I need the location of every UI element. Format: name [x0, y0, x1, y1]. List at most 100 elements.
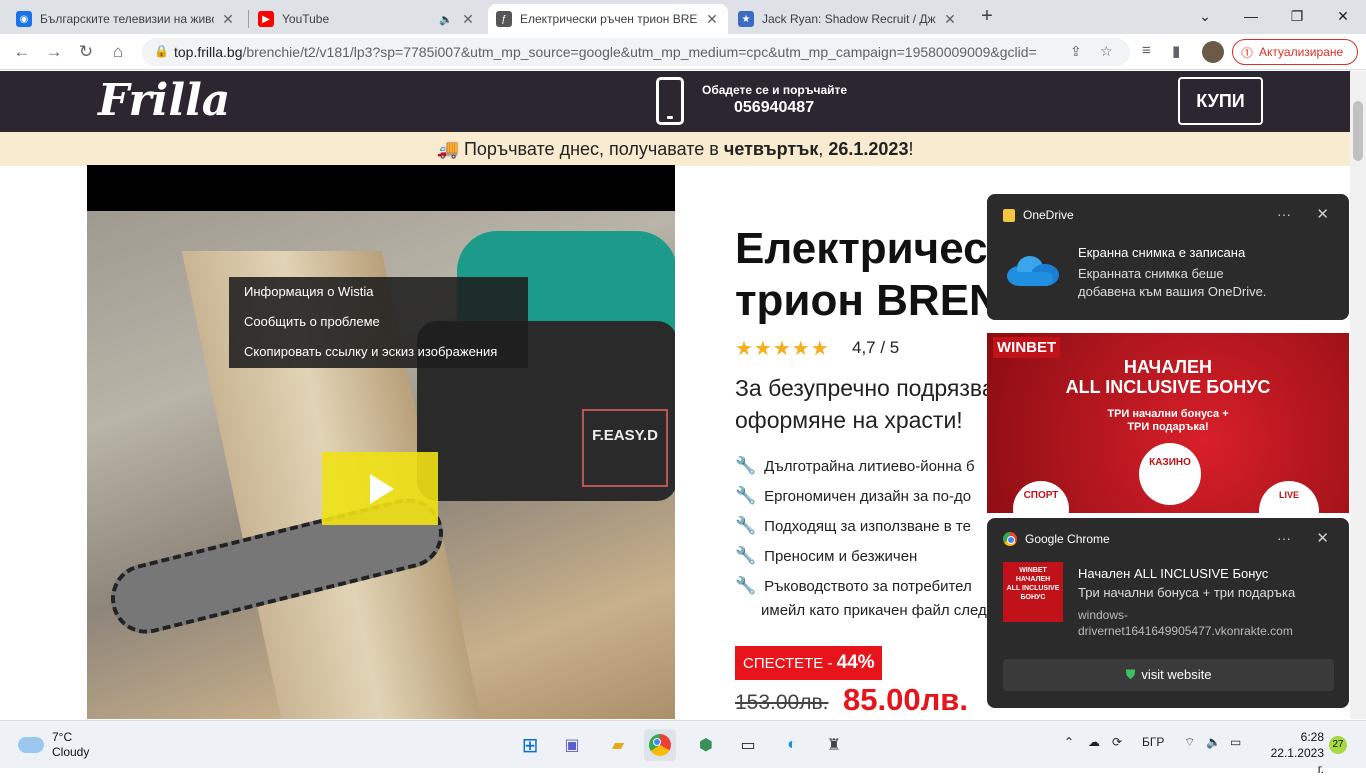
forward-icon[interactable]: →: [42, 40, 66, 64]
close-tab-icon[interactable]: ✕: [942, 11, 958, 28]
ad-ball-casino: КАЗИНО: [1139, 443, 1201, 505]
scroll-thumb[interactable]: [1353, 101, 1363, 161]
sync-icon[interactable]: ⟳: [1112, 735, 1122, 749]
notification-image: WINBET НАЧАЛЕН ALL INCLUSIVE БОНУС: [1003, 562, 1063, 622]
menu-item-info[interactable]: Информация о Wistia: [229, 285, 528, 315]
list-item: 🔧 Подходящ за използване в те: [735, 516, 971, 535]
new-tab-button[interactable]: +: [976, 5, 998, 29]
buy-button[interactable]: КУПИ: [1178, 77, 1263, 125]
home-icon[interactable]: ⌂: [106, 40, 130, 64]
tab-jack-ryan[interactable]: ★ Jack Ryan: Shadow Recruit / Джак Райън…: [730, 4, 966, 34]
page-scrollbar[interactable]: [1350, 71, 1366, 719]
chevron-up-icon[interactable]: ⌃: [1064, 735, 1074, 749]
winbet-ad[interactable]: WINBET НАЧАЛЕН ALL INCLUSIVE БОНУС ТРИ н…: [987, 333, 1349, 513]
share-icon[interactable]: ⇪: [1070, 43, 1082, 60]
promo-suffix: !: [908, 139, 914, 159]
close-tab-icon[interactable]: ✕: [220, 11, 236, 28]
phone-number[interactable]: 056940487: [734, 99, 814, 117]
speaker-icon[interactable]: 🔈: [438, 13, 454, 26]
new-price: 85.00лв.: [843, 682, 968, 717]
tab-title: Българските телевизии на живо: [40, 12, 214, 26]
onedrive-small-icon: [1003, 208, 1015, 222]
reading-list-icon[interactable]: ≡: [1142, 42, 1151, 59]
ad-line-1: НАЧАЛЕН: [1123, 357, 1213, 377]
close-window-button[interactable]: ✕: [1320, 0, 1366, 32]
ad-logo: WINBET: [993, 337, 1061, 358]
tab-bg-tv[interactable]: ◉ Българските телевизии на живо ✕: [8, 4, 244, 34]
restore-button[interactable]: ❐: [1274, 0, 1320, 32]
tab-title: Електрически ръчен трион BRENCHIE: [520, 12, 698, 26]
reload-icon[interactable]: ↻: [74, 40, 98, 64]
visit-website-button[interactable]: ⛊ visit website: [1003, 659, 1334, 691]
taskbar: 7°C Cloudy ⊞ ▣ ▰ ⬢ ▭ ◐ ♜ ⌃ ☁ ⟳ БГР ⌔ 🔈 ▭ …: [0, 720, 1366, 776]
product-video[interactable]: F.EASY.D Информация о Wistia Сообщить о …: [87, 165, 675, 719]
lock-icon[interactable]: 🔒: [154, 44, 169, 58]
volume-icon[interactable]: 🔈: [1206, 735, 1221, 749]
rating-stars: ★★★★★: [735, 338, 830, 360]
edge-icon[interactable]: ◐: [776, 729, 808, 761]
ad-line-3: ТРИ начални бонуса + ТРИ подаръка!: [1107, 408, 1229, 433]
tab-search-icon[interactable]: ⌄: [1182, 0, 1228, 32]
youtube-icon: ▶: [258, 11, 274, 27]
avatar[interactable]: [1202, 41, 1224, 63]
bookmark-star-icon[interactable]: ☆: [1100, 43, 1113, 60]
call-text: Обадете се и поръчайте: [702, 83, 848, 97]
meet-icon[interactable]: ▣: [556, 729, 588, 761]
language-indicator[interactable]: БГР: [1142, 735, 1164, 749]
shield-icon: ⛊: [1125, 667, 1136, 682]
notification-source: windows-drivernet1641649905477.vkonrakte…: [1078, 608, 1293, 638]
url-text[interactable]: top.frilla.bg/brenchie/t2/v181/lp3?sp=77…: [174, 44, 1054, 60]
back-icon[interactable]: ←: [10, 40, 34, 64]
site-header: Frilla Обадете се и поръчайте 056940487 …: [0, 71, 1350, 132]
notification-body: Три начални бонуса + три подаръка: [1078, 585, 1296, 600]
notification-title: Начален ALL INCLUSIVE Бонус: [1078, 566, 1269, 581]
feature-continuation: имейл като прикачен файл след з: [761, 602, 998, 619]
notification-app: OneDrive: [1003, 208, 1074, 222]
close-icon[interactable]: ✕: [1316, 529, 1329, 547]
minimize-button[interactable]: —: [1228, 0, 1274, 32]
site-logo[interactable]: Frilla: [98, 75, 230, 126]
game-icon[interactable]: ♜: [818, 729, 850, 761]
chrome-notification[interactable]: Google Chrome ··· ✕ WINBET НАЧАЛЕН ALL INC…: [987, 518, 1349, 708]
update-label: Актуализиране: [1259, 45, 1344, 59]
browser-toolbar: ← → ↻ ⌂ 🔒 top.frilla.bg/brenchie/t2/v181…: [0, 34, 1366, 70]
list-item: 🔧 Ръководството за потребител: [735, 576, 972, 595]
temperature: 7°C: [52, 730, 73, 744]
more-options-icon[interactable]: ···: [1277, 530, 1291, 546]
chrome-taskbar-icon[interactable]: [644, 729, 676, 761]
promo-sep: ,: [818, 139, 829, 159]
address-bar[interactable]: 🔒 top.frilla.bg/brenchie/t2/v181/lp3?sp=…: [142, 38, 1130, 66]
tab-youtube[interactable]: ▶ YouTube 🔈 ✕: [250, 4, 484, 34]
battery-icon[interactable]: ▭: [1230, 735, 1241, 749]
weather-widget[interactable]: 7°C Cloudy: [18, 730, 89, 760]
onedrive-cloud-icon: [1005, 254, 1059, 286]
notification-count-badge[interactable]: 27: [1329, 736, 1347, 754]
close-tab-icon[interactable]: ✕: [704, 11, 720, 28]
more-options-icon[interactable]: ···: [1277, 206, 1291, 222]
notification-title: Екранна снимка е записана: [1078, 245, 1246, 260]
terminal-icon[interactable]: ▭: [732, 729, 764, 761]
menu-item-report[interactable]: Сообщить о проблеме: [229, 315, 528, 345]
update-button[interactable]: ⓵ Актуализиране: [1232, 39, 1358, 65]
file-explorer-icon[interactable]: ▰: [602, 729, 634, 761]
truck-icon: 🚚: [436, 139, 459, 159]
clock[interactable]: 6:28 22.1.2023 г.: [1262, 729, 1324, 777]
side-panel-icon[interactable]: ▮: [1172, 42, 1180, 60]
onedrive-notification[interactable]: OneDrive ··· ✕ Екранна снимка е записана…: [987, 194, 1349, 320]
video-context-menu: Информация о Wistia Сообщить о проблеме …: [229, 277, 528, 368]
menu-item-copy-link[interactable]: Скопировать ссылку и эскиз изображения: [229, 345, 528, 375]
tab-frilla[interactable]: ƒ Електрически ръчен трион BRENCHIE ✕: [488, 4, 728, 34]
old-price: 153.00лв.: [735, 691, 829, 714]
close-tab-icon[interactable]: ✕: [460, 11, 476, 28]
wrench-icon: 🔧: [735, 546, 757, 565]
wrench-icon: 🔧: [735, 456, 757, 475]
network-cloud-icon[interactable]: ☁: [1088, 735, 1100, 749]
ad-ball-live: LIVE КАЗИНО: [1259, 481, 1319, 513]
wifi-icon[interactable]: ⌔: [1184, 735, 1195, 750]
close-icon[interactable]: ✕: [1316, 205, 1329, 223]
start-icon[interactable]: ⊞: [514, 729, 546, 761]
tab-strip: ◉ Българските телевизии на живо ✕ ▶ YouT…: [0, 0, 1366, 34]
play-button[interactable]: [322, 452, 438, 525]
app-cube-icon[interactable]: ⬢: [690, 729, 722, 761]
notification-app: Google Chrome: [1003, 532, 1110, 546]
